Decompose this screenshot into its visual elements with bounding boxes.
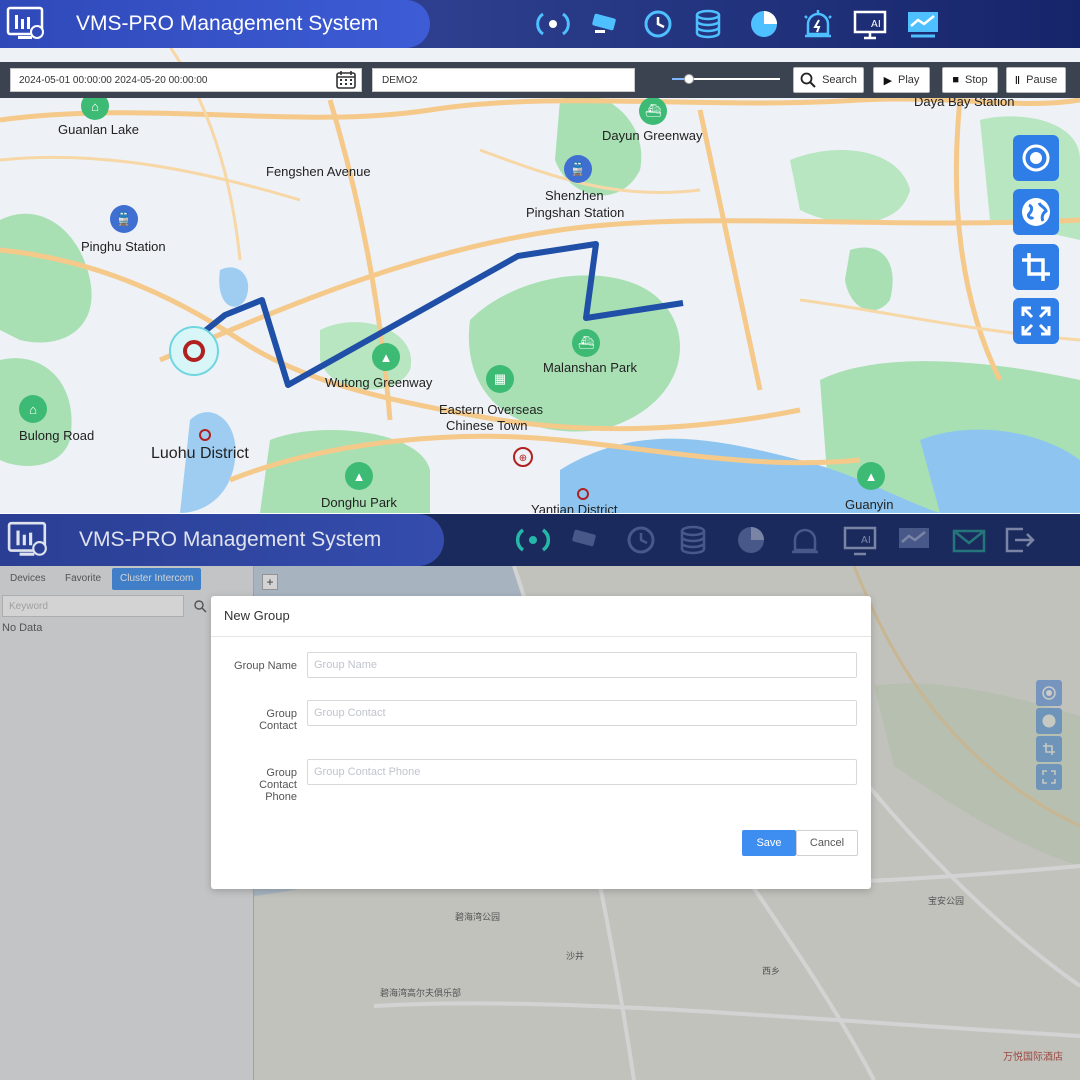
- new-group-dialog: New Group Group Name Group Contact Group…: [211, 596, 871, 889]
- mountain-poi-icon[interactable]: ▲: [857, 462, 885, 490]
- map-label: Luohu District: [151, 445, 249, 462]
- database-icon[interactable]: [690, 8, 726, 40]
- search-button[interactable]: Search: [793, 67, 864, 93]
- search-icon: [800, 72, 816, 88]
- map-label: Guanlan Lake: [58, 122, 139, 137]
- map-label: Bulong Road: [19, 428, 95, 443]
- group-contact-input[interactable]: [307, 700, 857, 726]
- camera-icon[interactable]: [589, 8, 625, 40]
- mountain-poi-icon[interactable]: ▲: [345, 462, 373, 490]
- pause-button-label: Pause: [1026, 74, 1058, 86]
- group-contact-phone-label: Group Contact Phone: [259, 767, 297, 803]
- train-station-poi-icon[interactable]: 🚆: [110, 205, 138, 233]
- alarm-icon[interactable]: [787, 523, 823, 557]
- search-button-label: Search: [822, 74, 857, 86]
- globe-button[interactable]: [1013, 189, 1059, 235]
- group-name-label: Group Name: [234, 660, 297, 672]
- map-label: Pinghu Station: [81, 239, 166, 254]
- crop-icon: [1022, 253, 1050, 281]
- map-label: Donghu Park: [321, 495, 397, 510]
- history-icon[interactable]: [623, 523, 659, 557]
- globe-icon: [1022, 198, 1050, 226]
- map-label: Guanyin: [845, 497, 894, 512]
- database-icon[interactable]: [675, 523, 711, 557]
- statistics-icon[interactable]: [746, 8, 782, 40]
- statistics-icon[interactable]: [733, 523, 769, 557]
- route-playback-panel: ⊕ ⌂ ⛴ 🚆 🚆 ⛴ ▲ ▦ ⌂ ▲ ▲ Guanlan Lake Dayun…: [0, 0, 1080, 513]
- speed-slider-handle[interactable]: [684, 74, 694, 84]
- app-header: VMS-PRO Management System AI: [0, 514, 1080, 566]
- history-icon[interactable]: [640, 8, 676, 40]
- ai-monitor-icon[interactable]: AI: [852, 8, 888, 40]
- camera-icon[interactable]: [569, 523, 605, 557]
- trend-icon[interactable]: [896, 523, 932, 557]
- play-icon: ▶: [883, 74, 893, 87]
- map-label: Yantian District: [531, 502, 618, 513]
- play-button-label: Play: [898, 74, 920, 86]
- alarm-icon[interactable]: [800, 8, 836, 40]
- map-label: Dayun Greenway: [602, 128, 703, 143]
- group-contact-phone-input[interactable]: [307, 759, 857, 785]
- fullscreen-button[interactable]: [1013, 298, 1059, 344]
- dialog-divider: [211, 636, 871, 637]
- app-header: VMS-PRO Management System AI: [0, 0, 1080, 48]
- locate-icon: [1022, 144, 1050, 172]
- map-label: Wutong Greenway: [325, 375, 433, 390]
- building-poi-icon[interactable]: ▦: [486, 365, 514, 393]
- app-title: VMS-PRO Management System: [76, 12, 379, 35]
- map-label: Shenzhen: [545, 188, 604, 203]
- logout-icon[interactable]: [1001, 523, 1037, 557]
- date-range-input[interactable]: 2024-05-01 00:00:00 2024-05-20 00:00:00: [10, 68, 362, 92]
- map-label: Eastern Overseas: [439, 402, 544, 417]
- svg-text:⊕: ⊕: [519, 453, 527, 464]
- map-label: Fengshen Avenue: [266, 164, 371, 179]
- group-contact-label: Group Contact: [259, 708, 297, 732]
- svg-text:AI: AI: [871, 19, 881, 30]
- map-label: Malanshan Park: [543, 360, 637, 375]
- app-title: VMS-PRO Management System: [79, 528, 382, 551]
- ai-monitor-icon[interactable]: AI: [842, 523, 878, 557]
- park-poi-icon[interactable]: ⛴: [572, 329, 600, 357]
- map-label: Pingshan Station: [526, 205, 625, 220]
- cluster-intercom-panel: 碧海湾公园 沙井 西乡 宝安公园 碧海湾高尔夫俱乐部 万悦国际酒店 + Devi…: [0, 514, 1080, 1080]
- mail-icon[interactable]: [951, 523, 987, 557]
- calendar-icon[interactable]: [335, 70, 357, 90]
- app-logo-icon: [7, 521, 47, 556]
- fullscreen-icon: [1021, 306, 1051, 336]
- mountain-poi-icon[interactable]: ▲: [372, 343, 400, 371]
- stop-icon: ■: [952, 74, 959, 86]
- greenway-poi-icon[interactable]: ⛴: [639, 97, 667, 125]
- dialog-title: New Group: [224, 608, 290, 623]
- save-button[interactable]: Save: [742, 830, 796, 856]
- pause-button[interactable]: Ⅱ Pause: [1006, 67, 1066, 93]
- crop-button[interactable]: [1013, 244, 1059, 290]
- park-poi-icon[interactable]: ⌂: [19, 395, 47, 423]
- dispatch-icon[interactable]: [515, 523, 551, 557]
- locate-button[interactable]: [1013, 135, 1059, 181]
- train-station-poi-icon[interactable]: 🚆: [564, 155, 592, 183]
- map-label: Chinese Town: [446, 418, 528, 433]
- svg-text:AI: AI: [861, 535, 871, 546]
- group-name-input[interactable]: [307, 652, 857, 678]
- play-button[interactable]: ▶ Play: [873, 67, 930, 93]
- cancel-button[interactable]: Cancel: [796, 830, 858, 856]
- dispatch-icon[interactable]: [535, 8, 571, 40]
- stop-button-label: Stop: [965, 74, 988, 86]
- trend-icon[interactable]: [905, 8, 941, 40]
- stop-button[interactable]: ■ Stop: [942, 67, 998, 93]
- pause-icon: Ⅱ: [1014, 74, 1021, 87]
- device-select[interactable]: DEMO2: [372, 68, 635, 92]
- app-logo-icon: [6, 6, 44, 39]
